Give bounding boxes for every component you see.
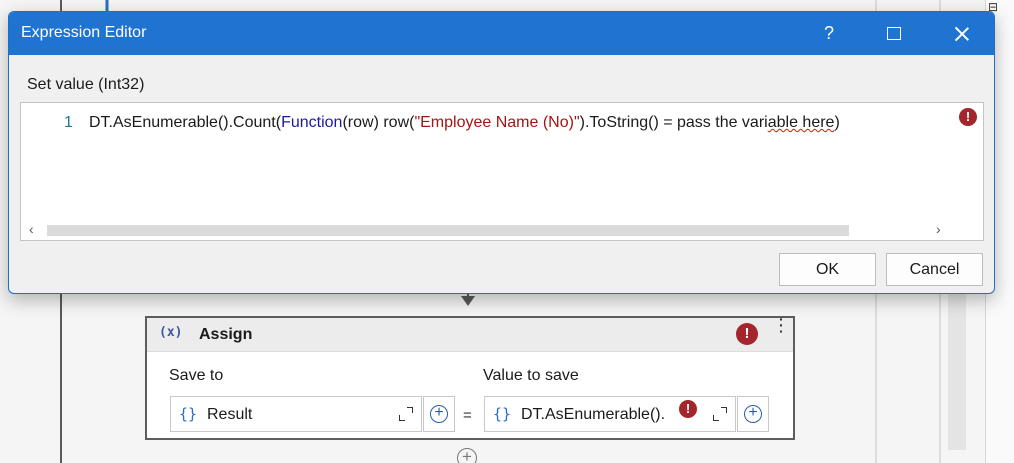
- add-activity-icon[interactable]: +: [457, 448, 477, 463]
- expand-editor-icon[interactable]: [713, 407, 727, 421]
- save-to-add-button[interactable]: +: [423, 396, 455, 432]
- value-to-save-text: DT.AsEnumerable().: [521, 406, 666, 423]
- save-to-label: Save to: [169, 367, 224, 384]
- value-add-button[interactable]: +: [737, 396, 769, 432]
- close-icon[interactable]: [938, 12, 984, 55]
- horizontal-scrollbar[interactable]: ‹ ›: [21, 218, 955, 240]
- assign-header[interactable]: (x) Assign ! ⋮: [147, 316, 793, 352]
- dialog-titlebar[interactable]: Expression Editor ?: [9, 12, 994, 55]
- save-to-value: Result: [207, 406, 253, 423]
- error-icon[interactable]: !: [736, 323, 758, 345]
- expression-editor-dialog: Expression Editor ? Set value (Int32) 1 …: [8, 11, 995, 294]
- cancel-button[interactable]: Cancel: [886, 253, 983, 286]
- equals-sign: =: [463, 407, 472, 424]
- set-value-label: Set value (Int32): [27, 76, 145, 93]
- scroll-left-icon[interactable]: ‹: [29, 221, 34, 237]
- expression-brace-icon: {}: [179, 405, 198, 423]
- scrollbar-thumb[interactable]: [47, 225, 849, 236]
- dialog-title: Expression Editor: [21, 24, 147, 41]
- value-to-save-label: Value to save: [483, 367, 579, 384]
- expression-code-editor[interactable]: 1 DT.AsEnumerable().Count(Function(row) …: [20, 102, 984, 241]
- code-text: (row) row(: [342, 114, 415, 131]
- add-icon: +: [430, 405, 448, 423]
- assign-title: Assign: [199, 326, 253, 343]
- error-icon[interactable]: !: [959, 108, 977, 126]
- save-to-field[interactable]: {} Result: [170, 396, 422, 432]
- maximize-icon[interactable]: [871, 12, 917, 55]
- more-options-icon[interactable]: ⋮: [772, 316, 790, 349]
- expression-brace-icon: {}: [493, 405, 512, 423]
- assign-activity[interactable]: (x) Assign ! ⋮ Save to Value to save {} …: [145, 316, 795, 440]
- variable-icon: (x): [159, 325, 183, 340]
- code-string: "Employee Name (No)": [414, 114, 580, 131]
- expand-editor-icon[interactable]: [399, 407, 413, 421]
- help-icon[interactable]: ?: [806, 12, 852, 55]
- scroll-right-icon[interactable]: ›: [936, 221, 941, 237]
- value-to-save-field[interactable]: {} DT.AsEnumerable(). !: [484, 396, 736, 432]
- code-text: DT.AsEnumerable().Count(: [89, 114, 282, 131]
- canvas-scrollbar[interactable]: [948, 290, 966, 450]
- code-error-squiggle: able here: [767, 114, 835, 131]
- code-text: ): [834, 114, 840, 131]
- code-keyword: Function: [281, 114, 343, 131]
- error-icon[interactable]: !: [679, 400, 697, 418]
- ok-button[interactable]: OK: [779, 253, 876, 286]
- add-icon: +: [744, 405, 762, 423]
- code-line[interactable]: DT.AsEnumerable().Count(Function(row) ro…: [89, 114, 840, 132]
- code-text: ).ToString() = pass the vari: [579, 114, 768, 131]
- line-number: 1: [64, 114, 73, 131]
- flow-arrow: [461, 296, 475, 306]
